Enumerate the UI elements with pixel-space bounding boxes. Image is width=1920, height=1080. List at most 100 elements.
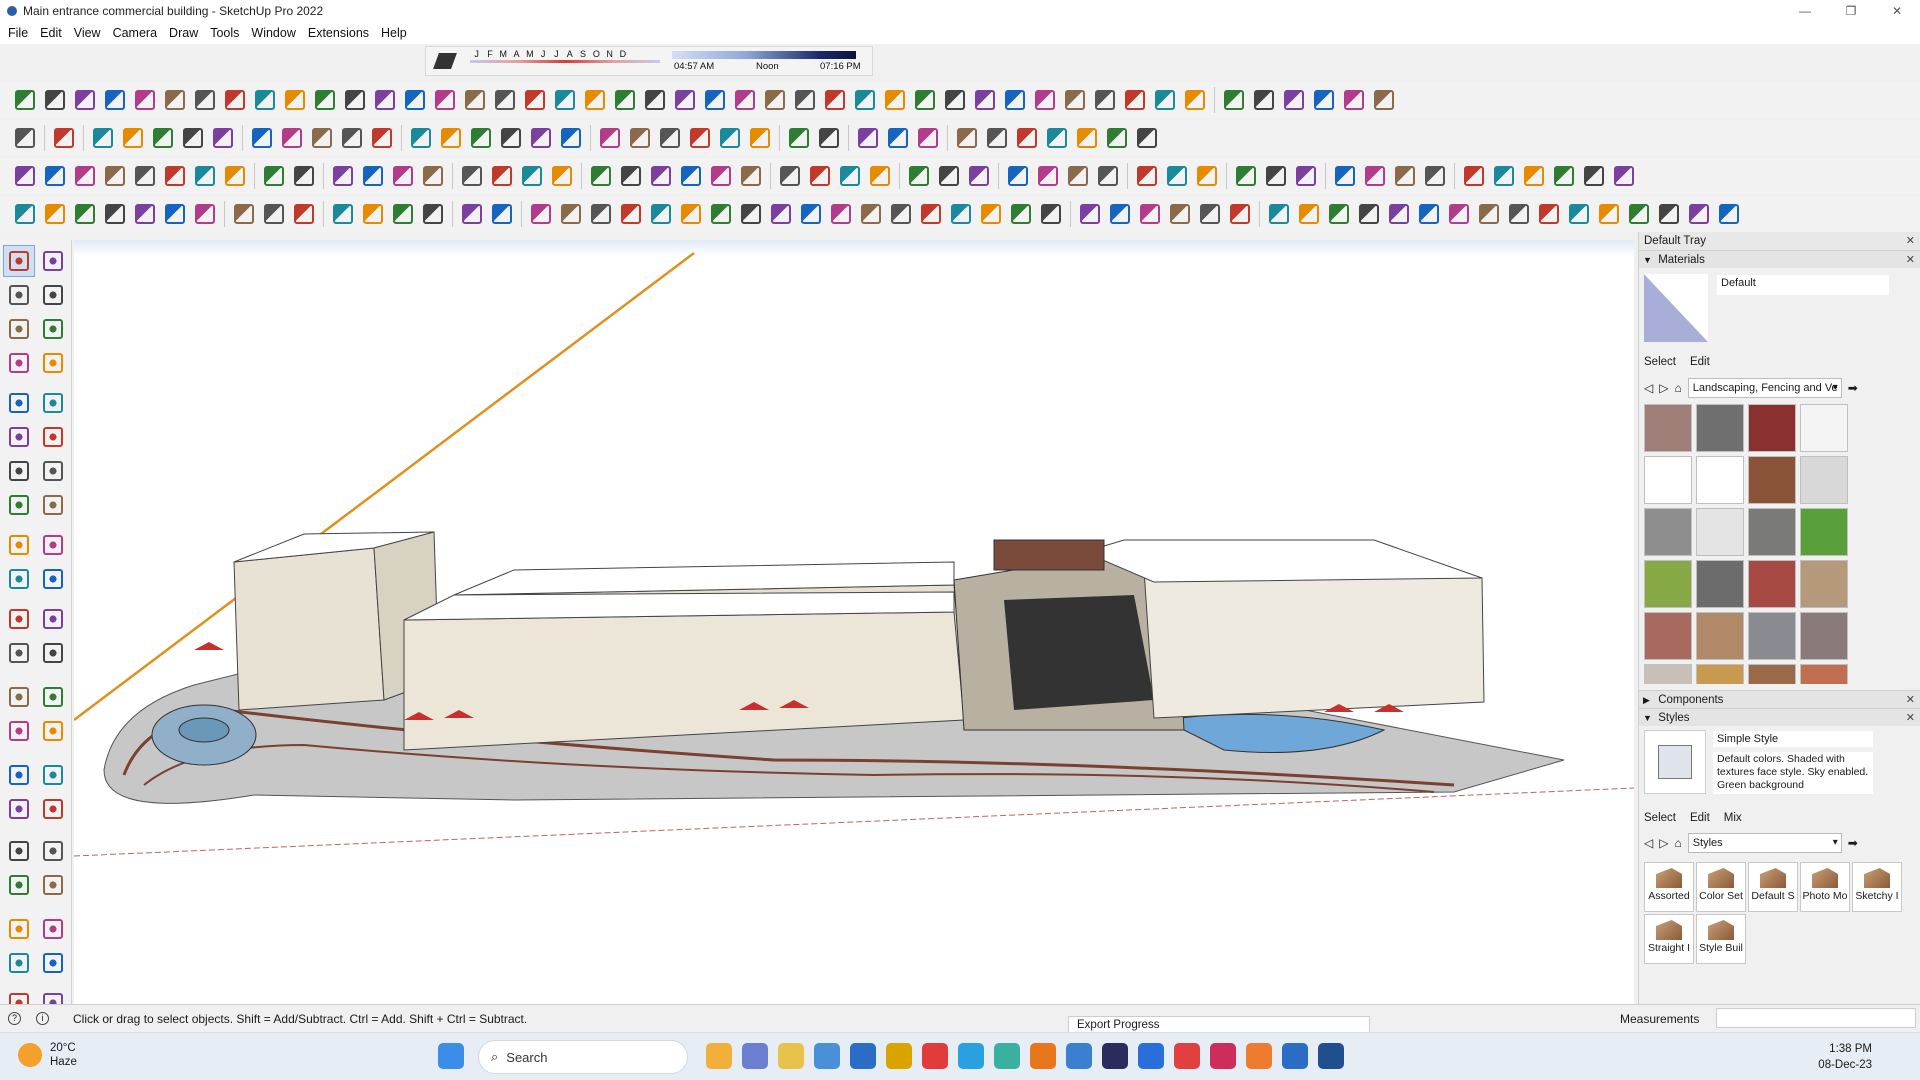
tool-button[interactable]	[1192, 161, 1222, 191]
tool-button[interactable]	[1132, 123, 1162, 153]
menu-camera[interactable]: Camera	[107, 26, 163, 40]
tool-button[interactable]	[1360, 161, 1390, 191]
tool-button[interactable]	[310, 85, 340, 115]
tool-button[interactable]	[982, 123, 1012, 153]
style-folder[interactable]: Sketchy I	[1852, 862, 1902, 912]
taskbar-app-icon[interactable]	[1282, 1043, 1308, 1069]
tool-button[interactable]	[1714, 199, 1744, 229]
tool-button[interactable]	[367, 123, 397, 153]
tool-button[interactable]	[526, 199, 556, 229]
tool-button[interactable]	[148, 123, 178, 153]
tool-button[interactable]	[358, 199, 388, 229]
style-folder[interactable]: Default S	[1748, 862, 1798, 912]
tool-button[interactable]	[610, 85, 640, 115]
menu-file[interactable]: File	[2, 26, 34, 40]
tool-button[interactable]	[1549, 161, 1579, 191]
tool-button[interactable]	[670, 85, 700, 115]
material-swatch[interactable]	[1800, 612, 1848, 660]
tool-button[interactable]	[328, 161, 358, 191]
tool-button[interactable]	[766, 199, 796, 229]
tool-button[interactable]	[70, 85, 100, 115]
month-slider[interactable]	[470, 60, 660, 63]
tool-button[interactable]	[820, 85, 850, 115]
tool-button[interactable]	[1180, 85, 1210, 115]
tool-button[interactable]	[1195, 199, 1225, 229]
start-windows-icon[interactable]	[438, 1043, 464, 1069]
tool-button[interactable]	[229, 199, 259, 229]
tool-button[interactable]	[4, 716, 34, 746]
tool-button[interactable]	[4, 280, 34, 310]
tool-button[interactable]	[38, 280, 68, 310]
geolocation-icon[interactable]: ?	[8, 1012, 21, 1025]
tool-button[interactable]	[38, 388, 68, 418]
tool-button[interactable]	[796, 199, 826, 229]
tool-button[interactable]	[38, 682, 68, 712]
tool-button[interactable]	[100, 161, 130, 191]
tool-button[interactable]	[1420, 161, 1450, 191]
tool-button[interactable]	[646, 199, 676, 229]
tool-button[interactable]	[556, 199, 586, 229]
tool-button[interactable]	[1042, 123, 1072, 153]
tool-button[interactable]	[856, 199, 886, 229]
menu-view[interactable]: View	[68, 26, 107, 40]
tool-button[interactable]	[1291, 161, 1321, 191]
tool-button[interactable]	[4, 490, 34, 520]
tool-button[interactable]	[886, 199, 916, 229]
tool-button[interactable]	[1654, 199, 1684, 229]
tool-button[interactable]	[38, 348, 68, 378]
tool-button[interactable]	[676, 161, 706, 191]
taskbar-app-icon[interactable]	[706, 1043, 732, 1069]
tool-button[interactable]	[280, 85, 310, 115]
tool-button[interactable]	[466, 123, 496, 153]
material-swatch[interactable]	[1696, 508, 1744, 556]
tool-button[interactable]	[517, 161, 547, 191]
tool-button[interactable]	[1474, 199, 1504, 229]
tab-select[interactable]: Select	[1644, 812, 1676, 824]
tool-button[interactable]	[178, 123, 208, 153]
tool-button[interactable]	[706, 161, 736, 191]
tool-button[interactable]	[970, 85, 1000, 115]
tool-button[interactable]	[1279, 85, 1309, 115]
tool-button[interactable]	[388, 199, 418, 229]
material-swatch[interactable]	[1644, 664, 1692, 684]
tool-button[interactable]	[38, 490, 68, 520]
tool-button[interactable]	[38, 716, 68, 746]
tool-button[interactable]	[1504, 199, 1534, 229]
tool-button[interactable]	[913, 123, 943, 153]
tool-button[interactable]	[745, 123, 775, 153]
tab-edit[interactable]: Edit	[1690, 812, 1710, 824]
tool-button[interactable]	[1063, 161, 1093, 191]
tool-button[interactable]	[1003, 161, 1033, 191]
tool-button[interactable]	[580, 85, 610, 115]
tool-button[interactable]	[49, 123, 79, 153]
style-folder[interactable]: Straight I	[1644, 914, 1694, 964]
export-progress-dialog[interactable]: Export Progress	[1068, 1016, 1370, 1032]
material-swatch[interactable]	[1748, 612, 1796, 660]
style-folder[interactable]: Color Set	[1696, 862, 1746, 912]
tool-button[interactable]	[1339, 85, 1369, 115]
tool-button[interactable]	[547, 161, 577, 191]
tool-button[interactable]	[1033, 161, 1063, 191]
material-swatch[interactable]	[1748, 456, 1796, 504]
tool-button[interactable]	[4, 604, 34, 634]
menu-help[interactable]: Help	[375, 26, 413, 40]
tool-button[interactable]	[4, 794, 34, 824]
taskbar-app-icon[interactable]	[1066, 1043, 1092, 1069]
material-swatch[interactable]	[1644, 508, 1692, 556]
tool-button[interactable]	[190, 161, 220, 191]
tool-button[interactable]	[40, 161, 70, 191]
tool-button[interactable]	[550, 85, 580, 115]
tool-button[interactable]	[1072, 123, 1102, 153]
material-swatch[interactable]	[1696, 664, 1744, 684]
tool-button[interactable]	[814, 123, 844, 153]
tool-button[interactable]	[676, 199, 706, 229]
tool-button[interactable]	[736, 199, 766, 229]
style-folder[interactable]: Assorted	[1644, 862, 1694, 912]
tool-button[interactable]	[1309, 85, 1339, 115]
tool-button[interactable]	[736, 161, 766, 191]
tool-button[interactable]	[3, 245, 35, 277]
tool-button[interactable]	[259, 199, 289, 229]
tool-button[interactable]	[1414, 199, 1444, 229]
tool-button[interactable]	[1594, 199, 1624, 229]
menu-tools[interactable]: Tools	[204, 26, 245, 40]
